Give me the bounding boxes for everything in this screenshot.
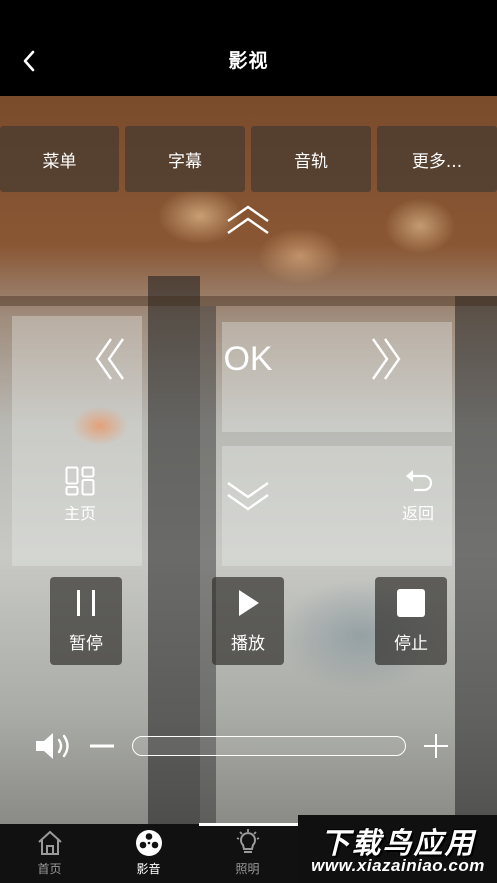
tab-home-label: 首页: [37, 862, 62, 876]
volume-up-button[interactable]: [422, 732, 450, 760]
double-chevron-up-icon: [227, 205, 269, 234]
active-tab-indicator: [199, 823, 298, 826]
tab-media[interactable]: 影音: [99, 828, 198, 883]
dpad-left-button[interactable]: [90, 332, 130, 386]
ok-button[interactable]: OK: [208, 336, 288, 382]
back-command-label: 返回: [401, 504, 434, 523]
dpad-down-button[interactable]: [220, 476, 276, 516]
play-button[interactable]: 播放: [212, 577, 284, 665]
speaker-icon: [36, 733, 69, 759]
bulb-icon: [236, 829, 259, 853]
page-title: 影视: [228, 50, 269, 72]
film-reel-icon: [135, 830, 162, 856]
pause-label: 暂停: [69, 634, 103, 654]
home-command-button[interactable]: 主页: [52, 466, 108, 524]
plus-icon: [424, 734, 448, 758]
watermark-title: 下载鸟应用: [320, 826, 476, 860]
home-command-label: 主页: [63, 504, 96, 523]
app-header: 影视: [0, 0, 497, 96]
pause-button[interactable]: 暂停: [50, 577, 122, 665]
minus-icon: [90, 744, 114, 748]
tab-home[interactable]: 首页: [0, 828, 99, 883]
double-chevron-right-icon: [372, 338, 401, 380]
volume-slider[interactable]: [132, 736, 406, 756]
menu-button[interactable]: 菜单: [0, 126, 119, 192]
dpad-up-button[interactable]: [220, 200, 276, 240]
volume-control: [0, 726, 497, 766]
dpad-right-button[interactable]: [366, 332, 406, 386]
watermark-url: www.xiazainiao.com: [311, 856, 485, 875]
audio-track-button[interactable]: 音轨: [251, 126, 371, 192]
subtitle-button[interactable]: 字幕: [125, 126, 245, 192]
home-icon: [37, 830, 62, 855]
play-label: 播放: [231, 634, 265, 654]
tab-lighting-label: 照明: [235, 862, 260, 876]
pause-icon: [77, 590, 95, 616]
double-chevron-down-icon: [227, 482, 269, 511]
tab-media-label: 影音: [136, 862, 161, 876]
back-command-button[interactable]: 返回: [390, 466, 446, 524]
undo-icon: [406, 470, 433, 492]
grid-icon: [65, 466, 95, 496]
volume-down-button[interactable]: [88, 732, 116, 760]
stop-label: 停止: [394, 634, 428, 654]
play-icon: [239, 590, 259, 616]
stop-icon: [397, 589, 425, 617]
more-button[interactable]: 更多...: [377, 126, 497, 192]
double-chevron-left-icon: [95, 338, 124, 380]
tab-lighting[interactable]: 照明: [198, 828, 297, 883]
stop-button[interactable]: 停止: [375, 577, 447, 665]
